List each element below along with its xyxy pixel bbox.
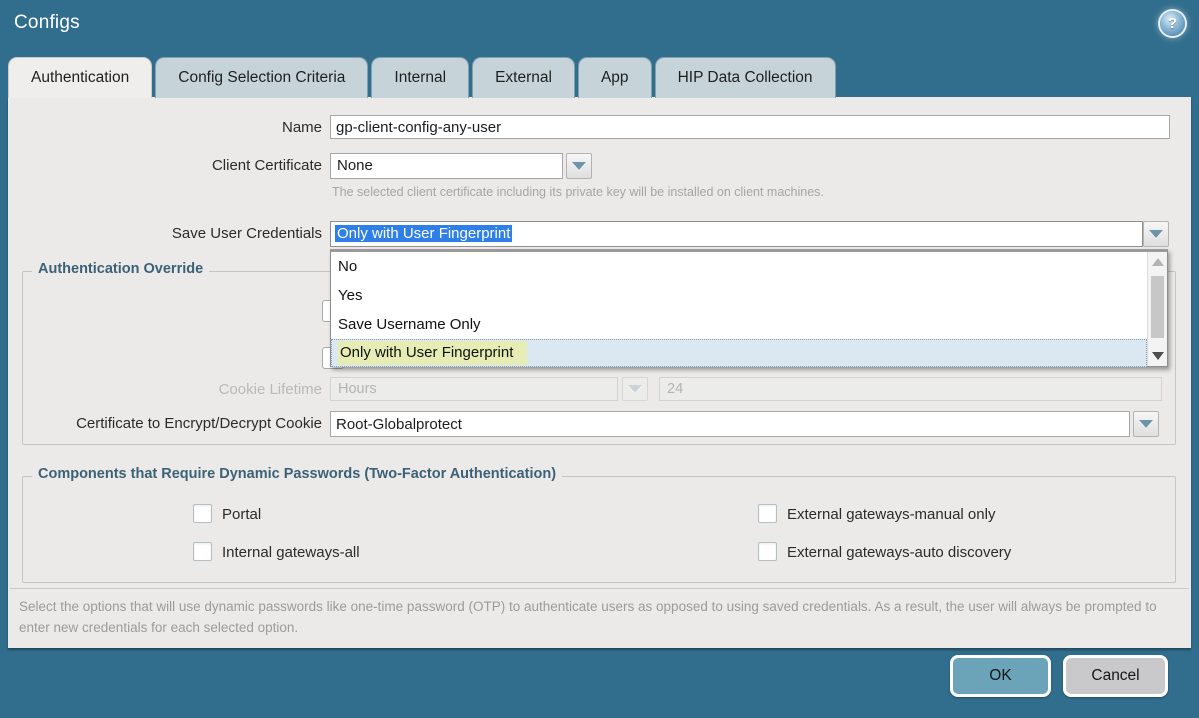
dropdown-option-no[interactable]: No <box>331 252 1147 281</box>
dropdown-scrollbar[interactable] <box>1147 252 1167 366</box>
portal-checkbox[interactable] <box>193 504 212 523</box>
cookie-lifetime-unit-value: Hours <box>338 381 377 397</box>
dropdown-option-only-with-user-fingerprint[interactable]: Only with User Fingerprint <box>331 339 1147 367</box>
external-gateways-auto-discovery-checkbox-label: External gateways-auto discovery <box>787 544 1012 561</box>
external-gateways-auto-discovery-checkbox[interactable] <box>758 542 777 561</box>
authentication-tab-panel: Name Client Certificate None The selecte… <box>8 97 1191 648</box>
name-label: Name <box>281 119 322 136</box>
tab-app[interactable]: App <box>577 57 652 98</box>
chevron-down-icon <box>572 162 586 170</box>
save-user-credentials-dropdown-list: No Yes Save Username Only Only with User… <box>330 249 1168 367</box>
save-user-credentials-combobox[interactable]: Only with User Fingerprint <box>330 221 1143 247</box>
authentication-override-legend: Authentication Override <box>32 261 210 277</box>
dropdown-option-save-username-only[interactable]: Save Username Only <box>331 310 1147 339</box>
cert-encrypt-cookie-label: Certificate to Encrypt/Decrypt Cookie <box>76 415 322 432</box>
chevron-down-icon <box>628 385 642 393</box>
cookie-lifetime-label: Cookie Lifetime <box>218 381 322 398</box>
cookie-lifetime-unit-select: Hours <box>330 377 618 401</box>
cookie-lifetime-value-input: 24 <box>659 377 1162 401</box>
help-icon[interactable]: ? <box>1160 11 1185 36</box>
scrollbar-thumb[interactable] <box>1151 276 1164 338</box>
cert-encrypt-cookie-dropdown-button[interactable] <box>1133 411 1159 437</box>
external-gateways-manual-only-checkbox-label: External gateways-manual only <box>787 506 996 523</box>
save-user-credentials-label: Save User Credentials <box>171 225 322 242</box>
dialog-title: Configs <box>14 12 80 33</box>
cancel-button[interactable]: Cancel <box>1063 655 1168 697</box>
client-certificate-dropdown-button[interactable] <box>566 153 592 179</box>
external-gateways-manual-only-checkbox[interactable] <box>758 504 777 523</box>
chevron-down-icon <box>1149 230 1163 238</box>
components-group <box>22 476 1176 583</box>
tab-config-selection-criteria[interactable]: Config Selection Criteria <box>155 57 369 98</box>
dropdown-option-yes[interactable]: Yes <box>331 281 1147 310</box>
question-mark-glyph: ? <box>1167 15 1178 32</box>
ok-button[interactable]: OK <box>950 655 1051 697</box>
save-user-credentials-dropdown-button[interactable] <box>1143 221 1169 247</box>
name-input[interactable] <box>330 115 1170 139</box>
save-user-credentials-selected-text: Only with User Fingerprint <box>335 225 513 242</box>
tab-hip-data-collection[interactable]: HIP Data Collection <box>654 57 836 98</box>
client-certificate-value: None <box>337 157 373 174</box>
dropdown-option-highlighted-text: Only with User Fingerprint <box>338 341 528 365</box>
tab-external[interactable]: External <box>472 57 575 98</box>
tab-authentication[interactable]: Authentication <box>8 57 153 98</box>
tab-bar: Authentication Config Selection Criteria… <box>8 57 836 98</box>
cert-encrypt-cookie-input[interactable] <box>330 411 1130 437</box>
dynamic-passwords-note: Select the options that will use dynamic… <box>10 588 1189 639</box>
scroll-up-icon[interactable] <box>1152 258 1164 266</box>
cookie-lifetime-value: 24 <box>667 381 684 397</box>
components-legend: Components that Require Dynamic Password… <box>32 466 563 482</box>
tab-internal[interactable]: Internal <box>371 57 470 98</box>
cookie-lifetime-dropdown-button <box>622 377 648 401</box>
portal-checkbox-label: Portal <box>222 506 262 523</box>
chevron-down-icon <box>1139 420 1153 428</box>
internal-gateways-all-checkbox[interactable] <box>193 542 212 561</box>
internal-gateways-all-checkbox-label: Internal gateways-all <box>222 544 360 561</box>
client-certificate-help-text: The selected client certificate includin… <box>332 185 824 199</box>
client-certificate-label: Client Certificate <box>211 157 322 174</box>
client-certificate-select[interactable]: None <box>330 153 563 179</box>
scroll-down-icon[interactable] <box>1152 352 1164 360</box>
